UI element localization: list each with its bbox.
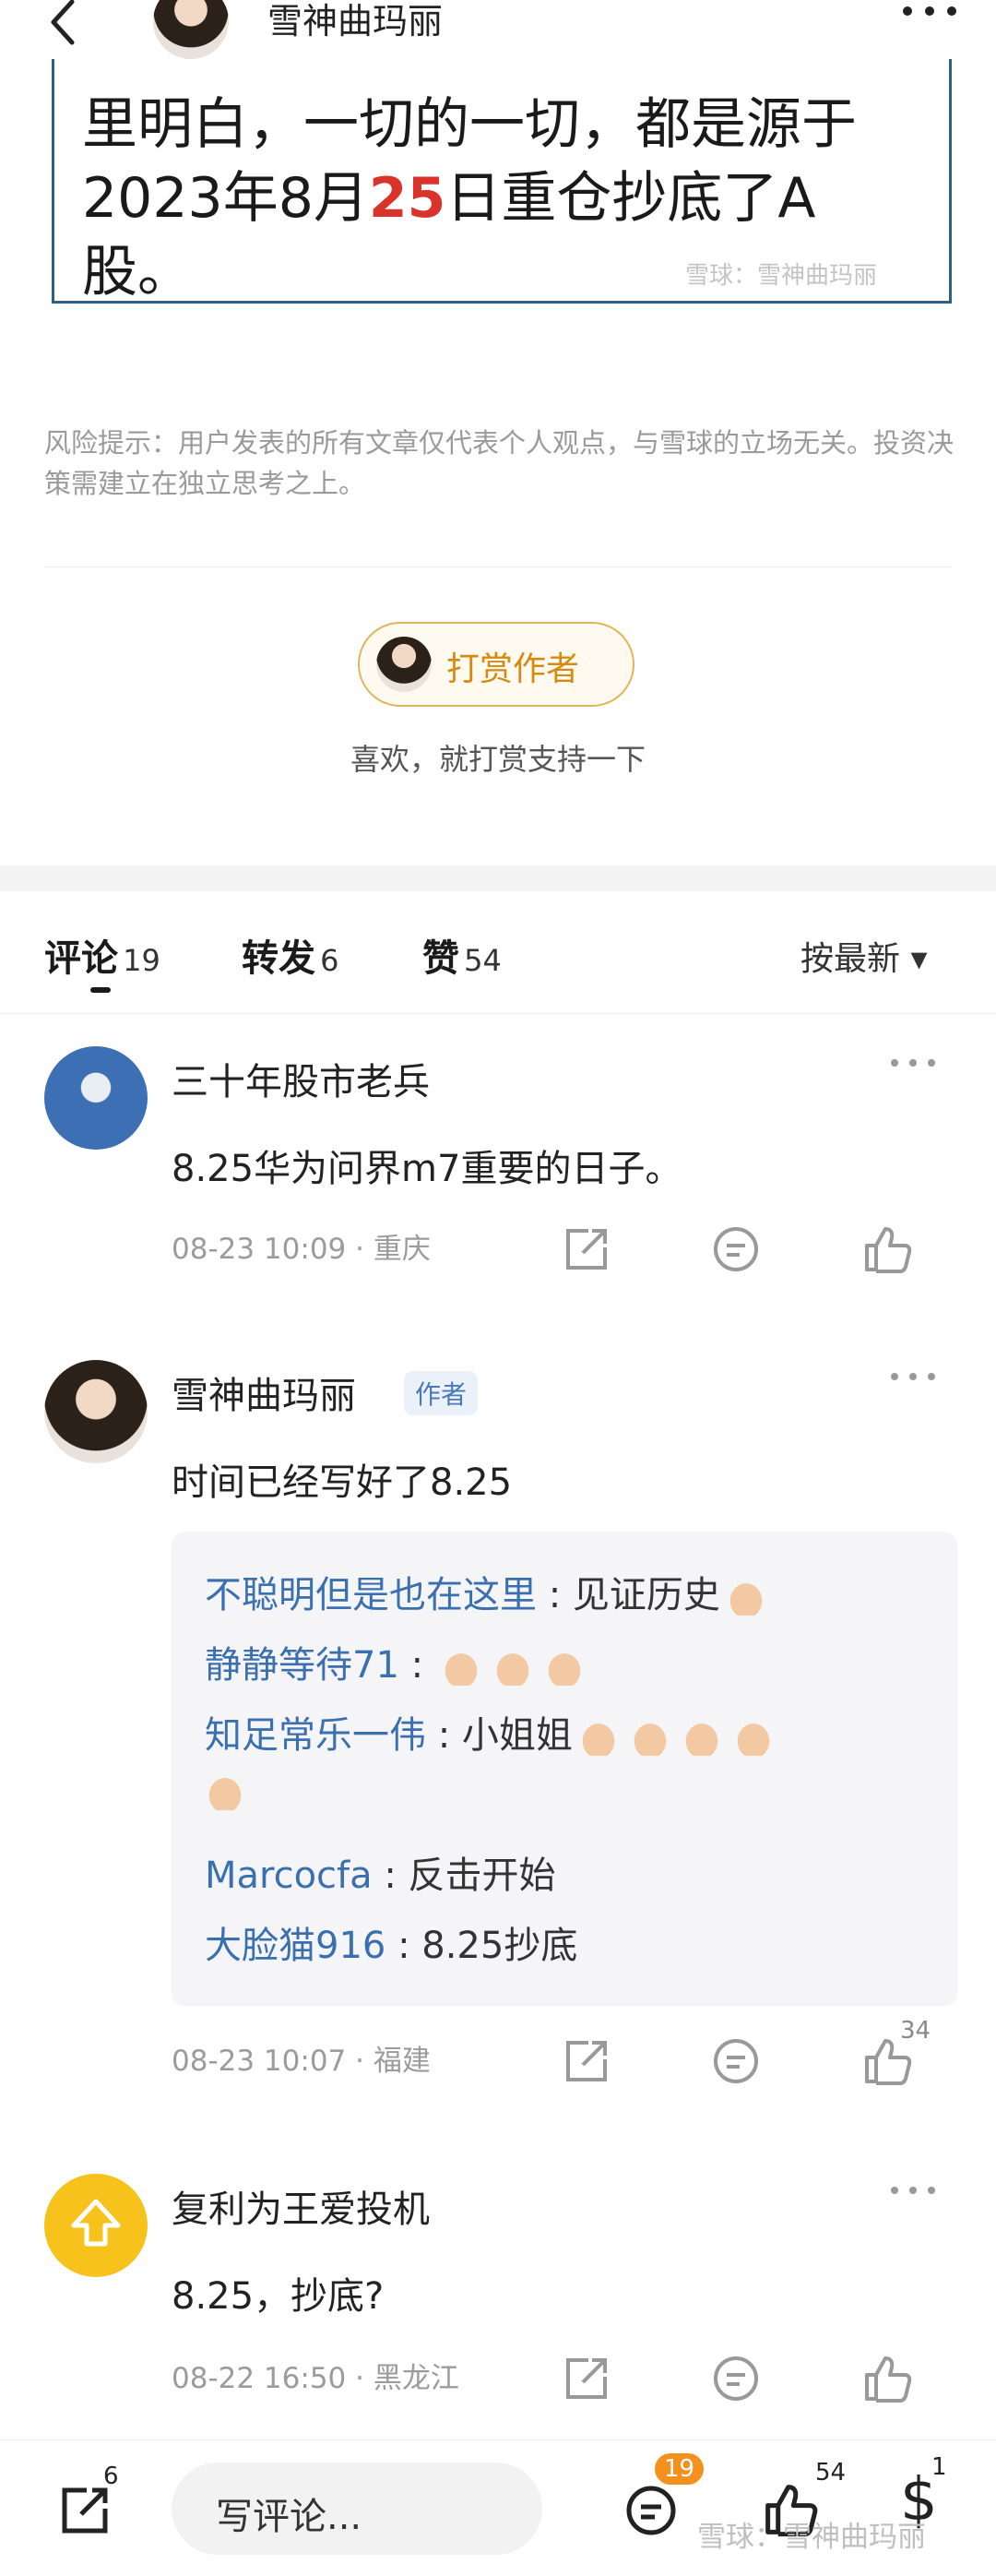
like-icon[interactable]	[861, 1223, 913, 1275]
flower-thumb-emoji	[543, 1649, 585, 1686]
tip-avatar	[376, 637, 432, 692]
comment-text: 时间已经写好了8.25	[172, 1461, 513, 1504]
reply-icon[interactable]	[710, 2035, 762, 2087]
thumbs-up-emoji	[732, 1719, 774, 1756]
reward-count: 1	[931, 2453, 947, 2481]
repost-count: 6	[103, 2463, 119, 2490]
comment-meta: 08-22 16:50 · 黑龙江	[172, 2362, 459, 2395]
tab-likes-label: 赞	[422, 937, 459, 980]
section-gap	[0, 865, 996, 891]
comment-count-badge: 19	[655, 2453, 705, 2485]
author-avatar[interactable]	[153, 0, 229, 59]
more-icon[interactable]	[895, 0, 968, 47]
tip-subtitle: 喜欢，就打赏支持一下	[350, 742, 646, 777]
reply-item[interactable]: 不聪明但是也在这里 : 见证历史	[205, 1565, 772, 1618]
comment-more-icon[interactable]	[885, 1048, 941, 1085]
commenter-avatar[interactable]	[44, 2174, 148, 2277]
thumbs-up-emoji	[629, 1719, 670, 1756]
author-name[interactable]: 雪神曲玛丽	[267, 0, 443, 43]
divider	[0, 1013, 996, 1014]
tab-comments[interactable]: 评论 19	[44, 928, 160, 982]
tip-button-label: 打赏作者	[446, 650, 580, 688]
back-icon[interactable]	[44, 0, 81, 50]
tab-likes[interactable]: 赞 54	[422, 928, 502, 982]
tab-reposts-label: 转发	[242, 937, 315, 980]
article-text-line-3: 股。	[82, 240, 193, 304]
article-text-line-1: 里明白，一切的一切，都是源于	[82, 92, 857, 157]
comment-icon[interactable]	[623, 2483, 679, 2538]
thumbs-up-emoji	[205, 1773, 245, 1810]
article-image: 里明白，一切的一切，都是源于 2023年8月25日重仓抄底了A 股。 雪球：雪神…	[52, 59, 952, 304]
comment-text: 8.25，抄底?	[172, 2275, 385, 2318]
tab-comments-count: 19	[123, 943, 160, 978]
comment-meta: 08-23 10:07 · 福建	[172, 2045, 431, 2078]
thumbs-up-emoji	[681, 1719, 722, 1756]
commenter-avatar[interactable]	[44, 1360, 148, 1463]
article-watermark: 雪球：雪神曲玛丽	[685, 262, 878, 290]
reply-item[interactable]: Marcocfa : 反击开始	[205, 1845, 556, 1899]
reply-icon[interactable]	[710, 2353, 762, 2404]
comment-meta: 08-23 10:09 · 重庆	[172, 1233, 431, 1266]
tab-comments-label: 评论	[44, 937, 118, 980]
reply-thread[interactable]: 不聪明但是也在这里 : 见证历史 静静等待71 : 知足常乐一伟 : 小姐姐 M…	[172, 1532, 957, 2006]
bottom-action-bar: 6 写评论... 19 54 $ 1	[0, 2439, 996, 2576]
bottom-watermark: 雪球：雪神曲玛丽	[697, 2521, 926, 2554]
repost-icon[interactable]	[561, 2035, 612, 2087]
like-icon[interactable]	[861, 2353, 913, 2404]
arrow-up-icon	[71, 2199, 121, 2247]
risk-notice: 风险提示：用户发表的所有文章仅代表个人观点，与雪球的立场无关。投资决策需建立在独…	[44, 427, 954, 499]
commenter-name[interactable]: 三十年股市老兵	[172, 1052, 430, 1105]
tab-reposts-count: 6	[320, 943, 339, 978]
tab-likes-count: 54	[464, 943, 502, 978]
thumbs-up-emoji	[577, 1719, 619, 1756]
commenter-avatar[interactable]	[44, 1046, 148, 1150]
reply-item[interactable]: 大脸猫916 : 8.25抄底	[205, 1915, 577, 1969]
top-bar: 雪神曲玛丽	[0, 0, 996, 59]
tab-reposts[interactable]: 转发 6	[242, 928, 338, 982]
article-text-line-2: 2023年8月25日重仓抄底了A	[82, 166, 816, 231]
comment-more-icon[interactable]	[885, 1362, 941, 1399]
commenter-name[interactable]: 雪神曲玛丽	[172, 1366, 356, 1419]
flower-thumb-emoji	[440, 1649, 481, 1686]
flower-thumb-emoji	[492, 1649, 533, 1686]
comment-input[interactable]: 写评论...	[172, 2463, 542, 2555]
reply-item[interactable]: 静静等待71 :	[205, 1635, 590, 1688]
commenter-name[interactable]: 复利为王爱投机	[172, 2179, 430, 2233]
active-tab-indicator	[90, 987, 111, 993]
tip-author-button[interactable]: 打赏作者	[358, 622, 634, 707]
like-count: 54	[815, 2459, 847, 2487]
reply-item[interactable]: 知足常乐一伟 : 小姐姐	[205, 1705, 779, 1759]
repost-icon[interactable]	[561, 1223, 612, 1275]
repost-icon[interactable]	[561, 2353, 612, 2404]
reply-icon[interactable]	[710, 1223, 762, 1275]
author-badge: 作者	[404, 1371, 479, 1415]
flower-thumb-emoji	[725, 1579, 766, 1616]
sort-dropdown[interactable]: 按最新 ▾	[800, 932, 928, 980]
like-count: 34	[900, 2017, 931, 2045]
repost-icon[interactable]	[57, 2483, 113, 2538]
comment-input-placeholder: 写评论...	[216, 2496, 362, 2538]
comment-text: 8.25华为问界m7重要的日子。	[172, 1148, 682, 1190]
divider	[44, 566, 952, 567]
comment-more-icon[interactable]	[885, 2176, 941, 2212]
